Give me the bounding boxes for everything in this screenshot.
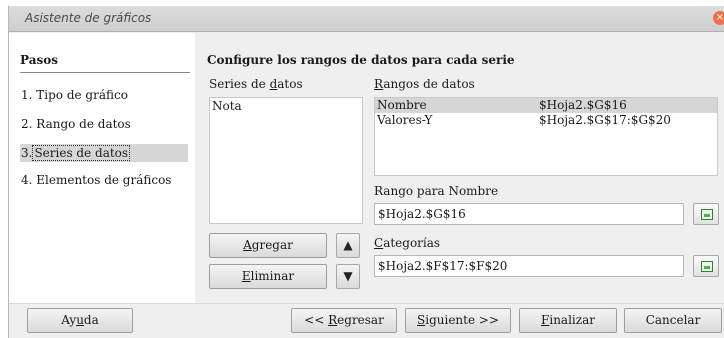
- step-data-series[interactable]: 3. Series de datos: [20, 144, 188, 162]
- finish-button[interactable]: Finalizar: [519, 308, 617, 333]
- series-label: Series de datos: [209, 77, 303, 91]
- step-name: Series de datos: [32, 145, 131, 161]
- step-chart-type[interactable]: 1. Tipo de gráfico: [20, 86, 128, 104]
- step-data-range[interactable]: 2. Rango de datos: [20, 115, 131, 133]
- series-list[interactable]: Nota: [209, 97, 363, 224]
- back-button[interactable]: << Regresar: [291, 308, 397, 333]
- next-button[interactable]: Siguiente >>: [405, 308, 511, 333]
- range-role: Valores-Y: [377, 113, 433, 127]
- range-value: $Hoja2.$G$16: [539, 98, 627, 112]
- steps-divider: [20, 72, 190, 73]
- chart-wizard-dialog: Asistente de gráficos × Pasos 1. Tipo de…: [8, 6, 724, 338]
- add-series-button[interactable]: Agregar: [209, 233, 327, 258]
- panel-heading: Configure los rangos de datos para cada …: [207, 53, 515, 67]
- ranges-list[interactable]: Nombre $Hoja2.$G$16 Valores-Y $Hoja2.$G$…: [374, 97, 718, 176]
- step-number: 3.: [21, 146, 33, 160]
- arrow-down-icon: ▼: [343, 269, 353, 283]
- remove-series-button[interactable]: Eliminar: [209, 264, 327, 289]
- table-row[interactable]: Valores-Y $Hoja2.$G$17:$G$20: [375, 113, 717, 128]
- series-config-panel: Configure los rangos de datos para cada …: [195, 33, 724, 303]
- categories-select-button[interactable]: [693, 255, 719, 277]
- button-bar: Ayuda << Regresar Siguiente >> Finalizar…: [9, 303, 724, 338]
- name-range-label: Rango para Nombre: [374, 184, 499, 198]
- help-button[interactable]: Ayuda: [27, 308, 133, 333]
- move-down-button[interactable]: ▼: [336, 264, 360, 289]
- shrink-range-icon: [701, 209, 713, 220]
- window-title: Asistente de gráficos: [25, 11, 152, 25]
- table-row[interactable]: Nombre $Hoja2.$G$16: [375, 98, 717, 113]
- name-range-field[interactable]: $Hoja2.$G$16: [374, 203, 684, 225]
- steps-panel: Pasos 1. Tipo de gráfico 2. Rango de dat…: [9, 33, 195, 303]
- range-role: Nombre: [377, 98, 427, 112]
- categories-field[interactable]: $Hoja2.$F$17:$F$20: [374, 255, 684, 277]
- step-chart-elements[interactable]: 4. Elementos de gráficos: [20, 171, 171, 189]
- cancel-button[interactable]: Cancelar: [624, 308, 722, 333]
- name-range-select-button[interactable]: [693, 203, 719, 225]
- range-value: $Hoja2.$G$17:$G$20: [539, 113, 671, 127]
- title-bar: Asistente de gráficos ×: [9, 6, 724, 32]
- move-up-button[interactable]: ▲: [336, 233, 360, 258]
- categories-label: Categorías: [374, 236, 441, 250]
- arrow-up-icon: ▲: [343, 238, 353, 252]
- ranges-label: Rangos de datos: [374, 77, 475, 91]
- steps-heading: Pasos: [20, 53, 58, 67]
- close-icon[interactable]: ×: [713, 11, 724, 25]
- shrink-range-icon: [701, 261, 713, 272]
- list-item[interactable]: Nota: [210, 98, 362, 114]
